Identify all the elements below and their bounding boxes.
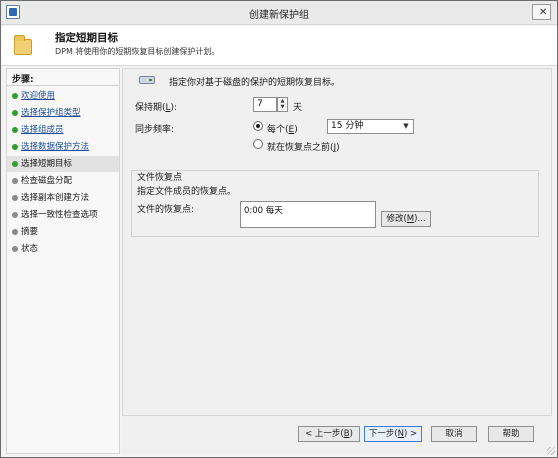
intro-text: 指定你对基于磁盘的保护的短期恢复目标。 <box>169 78 341 88</box>
title-bar: 创建新保护组 ✕ <box>1 1 557 25</box>
radio-before-recovery-point-label[interactable]: 就在恢复点之前(J) <box>267 140 340 153</box>
step-pending-icon <box>12 195 18 201</box>
sync-interval-select[interactable]: 15 分钟 ▼ <box>327 119 414 134</box>
step-label: 状态 <box>21 244 39 254</box>
steps-divider <box>7 85 119 86</box>
radio-every[interactable] <box>253 121 263 131</box>
radio-every-label[interactable]: 每个(E) <box>267 122 298 135</box>
wizard-header: 指定短期目标 DPM 将使用你的短期恢复目标创建保护计划。 <box>1 26 557 66</box>
step-complete-icon <box>12 144 18 150</box>
step-pending-icon <box>12 212 18 218</box>
modify-button[interactable]: 修改(M)... <box>381 211 431 227</box>
step-review-disk-allocation: 检查磁盘分配 <box>7 173 119 189</box>
step-welcome[interactable]: 欢迎使用 <box>7 88 119 104</box>
retention-label: 保持期(L): <box>135 103 178 113</box>
step-label: 欢迎使用 <box>21 91 56 101</box>
step-pending-icon <box>12 246 18 252</box>
cancel-button[interactable]: 取消 <box>431 426 477 442</box>
help-button[interactable]: 帮助 <box>488 426 534 442</box>
step-pending-icon <box>12 229 18 235</box>
recovery-schedule-box: 0:00 每天 <box>240 201 376 228</box>
step-replica-creation-method: 选择副本创建方法 <box>7 190 119 206</box>
radio-before-recovery-point[interactable] <box>253 139 263 149</box>
window-title: 创建新保护组 <box>249 10 309 21</box>
steps-panel: 步骤: 欢迎使用 选择保护组类型 选择组成员 选择数据保护方法 选择短期目标 检… <box>6 68 120 454</box>
step-select-group-type[interactable]: 选择保护组类型 <box>7 105 119 121</box>
sync-interval-value: 15 分钟 <box>331 121 364 131</box>
file-recovery-group: 文件恢复点 指定文件成员的恢复点。 文件的恢复点: 0:00 每天 修改(M).… <box>131 170 539 237</box>
retention-input[interactable]: 7 <box>253 97 277 112</box>
disk-icon <box>139 76 155 84</box>
chevron-down-icon[interactable]: ▼ <box>401 120 411 133</box>
step-select-protection-method[interactable]: 选择数据保护方法 <box>7 139 119 155</box>
close-button[interactable]: ✕ <box>532 4 551 20</box>
step-label: 检查磁盘分配 <box>21 176 73 186</box>
next-button[interactable]: 下一步(N) > <box>364 426 422 442</box>
file-recovery-title: 文件恢复点 <box>137 173 183 183</box>
step-label: 选择数据保护方法 <box>21 142 90 152</box>
step-current-icon <box>12 161 18 167</box>
step-complete-icon <box>12 93 18 99</box>
sync-frequency-label: 同步频率: <box>135 125 175 135</box>
step-pending-icon <box>12 178 18 184</box>
file-recovery-label: 文件的恢复点: <box>137 205 195 215</box>
content-panel: 指定你对基于磁盘的保护的短期恢复目标。 保持期(L): 7 ▲ ▼ 天 同步频率… <box>122 68 552 416</box>
wizard-footer: < 上一步(B) 下一步(N) > 取消 帮助 <box>122 416 552 454</box>
page-subtitle: DPM 将使用你的短期恢复目标创建保护计划。 <box>55 47 220 56</box>
step-label: 选择短期目标 <box>21 159 73 169</box>
step-summary: 摘要 <box>7 224 119 240</box>
spin-down-icon[interactable]: ▼ <box>278 104 287 110</box>
back-button[interactable]: < 上一步(B) <box>298 426 360 442</box>
page-title: 指定短期目标 <box>55 32 118 44</box>
step-select-members[interactable]: 选择组成员 <box>7 122 119 138</box>
step-label: 选择保护组类型 <box>21 108 81 118</box>
resize-grip-icon[interactable] <box>547 447 555 455</box>
step-consistency-check-options: 选择一致性检查选项 <box>7 207 119 223</box>
step-label: 选择一致性检查选项 <box>21 210 98 220</box>
folder-icon <box>14 35 32 55</box>
step-complete-icon <box>12 110 18 116</box>
step-label: 摘要 <box>21 227 39 237</box>
retention-unit: 天 <box>293 103 303 113</box>
file-recovery-description: 指定文件成员的恢复点。 <box>137 187 237 197</box>
step-label: 选择组成员 <box>21 125 64 135</box>
step-label: 选择副本创建方法 <box>21 193 90 203</box>
retention-spinner[interactable]: ▲ ▼ <box>277 97 288 112</box>
steps-heading: 步骤: <box>12 75 34 85</box>
step-short-term-goals: 选择短期目标 <box>7 156 119 172</box>
wizard-window: 创建新保护组 ✕ 指定短期目标 DPM 将使用你的短期恢复目标创建保护计划。 步… <box>0 0 558 458</box>
step-complete-icon <box>12 127 18 133</box>
step-status: 状态 <box>7 241 119 257</box>
